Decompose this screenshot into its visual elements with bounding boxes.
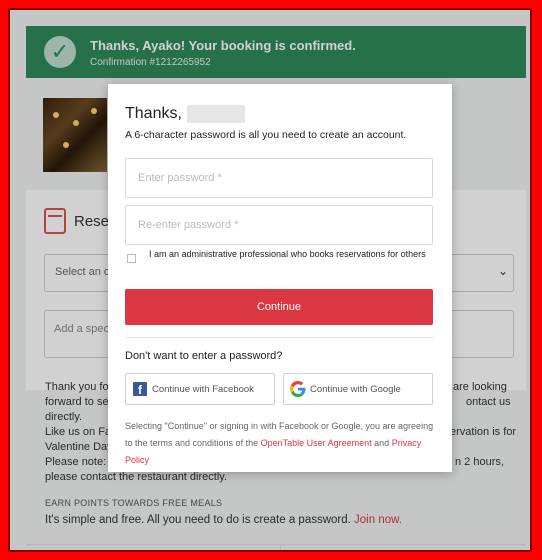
no-password-text: Don't want to enter a password? [125, 350, 283, 362]
terms-and: and [371, 438, 392, 448]
divider [125, 337, 433, 338]
admin-checkbox[interactable] [127, 254, 136, 263]
modal-title: Thanks, [125, 105, 182, 122]
facebook-button[interactable]: f Continue with Facebook [125, 373, 275, 405]
browser-viewport: ✓ Thanks, Ayako! Your booking is confirm… [8, 8, 532, 552]
password-input[interactable] [125, 158, 433, 198]
facebook-icon: f [133, 382, 147, 397]
google-icon [290, 381, 306, 397]
facebook-button-label: Continue with Facebook [152, 384, 254, 395]
google-button[interactable]: Continue with Google [283, 373, 433, 405]
continue-button[interactable]: Continue [125, 289, 433, 325]
reenter-password-input[interactable] [125, 205, 433, 245]
user-agreement-link[interactable]: OpenTable User Agreement [261, 438, 372, 448]
admin-checkbox-label: I am an administrative professional who … [149, 249, 426, 259]
google-button-label: Continue with Google [310, 384, 401, 395]
terms-text: Selecting "Continue" or signing in with … [125, 418, 435, 469]
redacted-name [187, 105, 245, 123]
modal-subtitle: A 6-character password is all you need t… [125, 129, 407, 141]
create-account-modal: Thanks, A 6-character password is all yo… [108, 84, 452, 472]
